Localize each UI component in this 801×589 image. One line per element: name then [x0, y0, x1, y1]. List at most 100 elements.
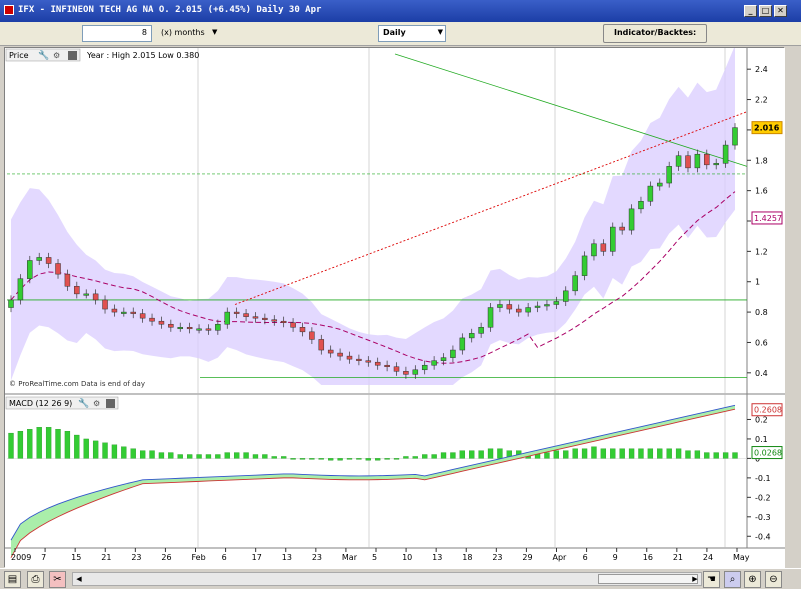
candle-body — [149, 317, 155, 322]
macd-histogram-bar — [299, 458, 306, 460]
candle-body — [713, 163, 719, 166]
period-unit-select[interactable]: (x) months — [161, 28, 205, 37]
zoom-in-icon[interactable]: ⊕ — [744, 571, 761, 588]
interval-select[interactable]: Daily ▼ — [378, 25, 446, 42]
x-tick-label: May — [733, 553, 750, 562]
print-icon[interactable]: ⎙ — [27, 571, 44, 588]
macd-histogram-bar — [92, 440, 99, 459]
macd-histogram-bar — [158, 452, 165, 459]
macd-histogram-bar — [130, 448, 136, 459]
macd-histogram-bar — [628, 448, 635, 459]
macd-histogram-bar — [704, 452, 710, 459]
scroll-thumb[interactable] — [598, 574, 698, 584]
ma-value-label: 1.4257 — [754, 214, 782, 223]
candle-body — [168, 323, 174, 328]
candle-body — [27, 260, 33, 279]
candle-body — [704, 153, 710, 166]
candle-body — [74, 286, 80, 295]
candle-body — [158, 320, 165, 325]
price-tick-label: 2.2 — [755, 96, 768, 105]
macd-histogram-bar — [591, 446, 597, 459]
indicators-backtest-button[interactable]: Indicator/Backtes: — [603, 24, 708, 43]
macd-histogram-bar — [271, 456, 277, 459]
close-button[interactable]: ✕ — [774, 5, 787, 17]
x-tick-label: 6 — [583, 553, 588, 562]
macd-tick-label: -0.3 — [755, 513, 771, 522]
minimize-button[interactable]: _ — [744, 5, 757, 17]
candle-body — [553, 301, 560, 305]
candle-body — [271, 319, 278, 322]
x-tick-label: 21 — [673, 553, 683, 562]
candle-body — [610, 226, 616, 252]
zoom-box-icon[interactable]: ⌕ — [724, 571, 741, 588]
macd-histogram-bar — [431, 454, 437, 459]
price-tick-label: 1 — [755, 278, 760, 287]
macd-histogram-bar — [393, 458, 400, 460]
price-tick-label: 1.8 — [755, 156, 768, 165]
scroll-left-icon[interactable]: ◀ — [73, 573, 85, 585]
x-tick-label: 23 — [131, 553, 141, 562]
maximize-button[interactable]: □ — [759, 5, 772, 17]
x-tick-label: 13 — [282, 553, 292, 562]
x-tick-label: 26 — [161, 553, 171, 562]
chevron-down-icon[interactable]: ▼ — [212, 28, 217, 36]
macd-histogram-bar — [675, 448, 682, 459]
candle-body — [384, 364, 390, 367]
macd-histogram-bar — [694, 450, 701, 459]
x-tick-label: 29 — [522, 553, 532, 562]
macd-tick-label: 0.2 — [755, 415, 768, 424]
print-preview-icon[interactable]: ▤ — [4, 571, 21, 588]
period-value-input[interactable]: 8 — [82, 25, 152, 42]
macd-tick-label: -0.2 — [755, 493, 771, 502]
candle-body — [563, 290, 569, 302]
candle-body — [205, 328, 212, 331]
macd-histogram-bar — [440, 452, 447, 459]
macd-histogram-bar — [487, 448, 494, 459]
zoom-out-icon[interactable]: ⊖ — [765, 571, 782, 588]
macd-histogram-bar — [365, 458, 371, 461]
macd-histogram-bar — [139, 450, 146, 459]
settings-icon: ⚙ — [93, 399, 100, 408]
macd-histogram-bar — [224, 452, 230, 459]
x-tick-label: 2009 — [11, 553, 31, 562]
candle-body — [619, 226, 625, 231]
chart-area[interactable]: 2.02.62.42.221.81.61.41.210.80.60.42.016… — [4, 4, 785, 568]
chevron-down-icon: ▼ — [437, 28, 443, 36]
scroll-right-icon[interactable]: ▶ — [689, 573, 701, 585]
macd-histogram-bar — [422, 454, 428, 459]
scissors-icon[interactable]: ✂ — [49, 571, 66, 588]
candle-body — [45, 257, 52, 264]
macd-histogram-bar — [168, 452, 174, 459]
macd-histogram-bar — [346, 458, 353, 460]
x-tick-label: Apr — [553, 553, 568, 562]
candle-body — [17, 278, 24, 301]
macd-value-label: 0.2608 — [754, 406, 782, 415]
candle-body — [177, 327, 183, 330]
app-icon — [4, 5, 14, 15]
watermark: © ProRealTime.com Data is end of day — [9, 380, 145, 388]
x-tick-label: 15 — [71, 553, 81, 562]
macd-histogram-bar — [234, 452, 240, 459]
macd-histogram-bar — [328, 458, 334, 461]
candle-body — [647, 185, 654, 202]
candle-body — [55, 263, 61, 275]
horizontal-scrollbar[interactable]: ◀ ▶ — [72, 572, 702, 586]
candle-body — [628, 208, 635, 231]
macd-histogram-bar — [74, 434, 80, 459]
candle-body — [421, 364, 428, 371]
macd-histogram-bar — [450, 452, 456, 459]
close-panel-icon — [68, 51, 77, 60]
candle-body — [121, 311, 127, 314]
macd-histogram-bar — [111, 444, 118, 459]
candle-body — [374, 361, 381, 366]
macd-histogram-bar — [459, 450, 465, 459]
x-tick-label: 24 — [703, 553, 713, 562]
hand-tool-icon[interactable]: ☚ — [703, 571, 720, 588]
candle-body — [111, 308, 118, 313]
macd-histogram-bar — [83, 438, 89, 459]
x-tick-label: 18 — [462, 553, 472, 562]
candle-body — [346, 355, 353, 360]
candle-body — [487, 307, 494, 328]
macd-histogram-bar — [64, 430, 71, 459]
macd-histogram-bar — [262, 454, 268, 459]
